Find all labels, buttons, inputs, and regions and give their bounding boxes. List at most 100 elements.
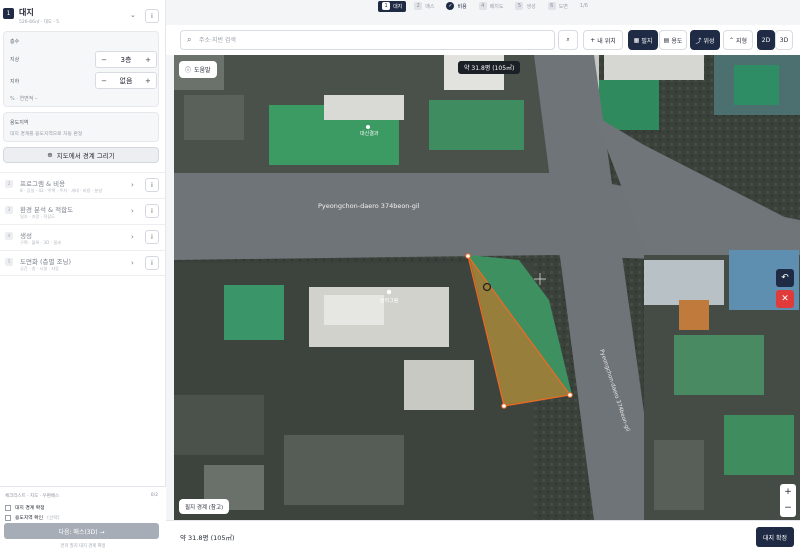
undo-icon: ↶ [781, 273, 789, 283]
info-icon: i [151, 259, 153, 267]
crosshair-icon: + [590, 36, 596, 44]
chevron-right-icon: › [131, 233, 134, 241]
section-title: 도면화 (층별 조닝) [20, 258, 72, 266]
zoom-control: + − [780, 484, 796, 517]
mode-3d-button[interactable]: 3D [775, 30, 793, 50]
use-label: 용도 [671, 37, 683, 45]
close-icon: ✕ [781, 294, 789, 304]
address-search: ⌕ [180, 30, 555, 50]
step-layout[interactable]: 4 배치도 [475, 1, 508, 12]
draw-boundary-button[interactable]: ⊕ 지도에서 경계 그리기 [3, 147, 159, 163]
mode-2d-button[interactable]: 2D [757, 30, 775, 50]
search-icon: ⌕ [187, 35, 192, 44]
section-title: 프로그램 & 비용 [20, 180, 66, 188]
zoom-out-button[interactable]: − [780, 500, 796, 516]
step-label: 매스 [425, 3, 435, 10]
undo-button[interactable]: ↶ [776, 269, 794, 287]
search-input[interactable] [199, 34, 539, 47]
help-button[interactable]: ⓘ 도움말 [179, 61, 217, 78]
site-info-button[interactable]: i [145, 9, 159, 23]
parcel-layer-button[interactable]: ▦ 필지 [628, 30, 658, 50]
use-layer-button[interactable]: ▤ 용도 [659, 30, 687, 50]
chevron-down-icon[interactable]: ⌄ [130, 11, 136, 19]
section-generate[interactable]: 4 생성 구획 · 블록 · 3D · 결과 › i [0, 224, 166, 250]
terrain-button[interactable]: ⌃ 지형 [723, 30, 753, 50]
section-subtitle: 8 · 공실 · 42 · 주택 · 주차 · 세대 · 비용 · 분양 [20, 188, 103, 193]
below-ground-stepper: − 없음 + [95, 72, 157, 89]
zoning-panel: 용도지역 대지 경계를 용도지역으로 자동 판정 [3, 112, 159, 142]
step-generate[interactable]: 5 생성 [511, 1, 539, 12]
zoning-description: 대지 경계를 용도지역으로 자동 판정 [10, 132, 83, 137]
section-title: 생성 [20, 232, 32, 240]
checkbox[interactable] [5, 514, 11, 521]
checklist-item-zoning[interactable]: 용도지역 확인 (선택) [5, 514, 60, 521]
chevron-right-icon: › [131, 181, 134, 189]
section-subtitle: 공간 · 층 · 시설 · 자동 [20, 266, 59, 271]
section-info-button[interactable]: i [145, 230, 159, 244]
search-icon: ⌕ [566, 36, 570, 43]
search-button[interactable]: ⌕ [558, 30, 578, 50]
satellite-icon: ⤴ [695, 37, 702, 45]
checklist-count: 0/2 [150, 493, 158, 498]
workflow-stepper: 1 대지 2 매스 ✓ 비용 4 배치도 5 생성 6 도면 1/6 [166, 0, 800, 12]
road-label: Pyeongchon-daero 374beon-gil [318, 202, 420, 210]
sidebar: 1 대지 526-66㎡ · 대도 · 5 ⌄ i 층수 지상 − 3층 + 지… [0, 0, 166, 554]
info-icon: i [151, 181, 153, 189]
step-site[interactable]: 1 대지 [378, 0, 407, 12]
draw-boundary-label: 지도에서 경계 그리기 [56, 152, 115, 160]
step-drawings[interactable]: 6 도면 [544, 1, 572, 12]
section-number: 2 [5, 180, 13, 188]
below-ground-label: 지하 [10, 79, 20, 85]
zoom-in-button[interactable]: + [780, 484, 796, 500]
decrement-below-button[interactable]: − [96, 77, 112, 85]
site-card-header[interactable]: 1 대지 526-66㎡ · 대도 · 5 ⌄ i [3, 5, 159, 31]
site-step-number: 1 [3, 8, 14, 19]
my-location-button[interactable]: + 내 위치 [583, 30, 623, 50]
info-icon: i [151, 233, 153, 241]
area-readout: 약 31.8평 (105㎡) [180, 534, 235, 542]
section-info-button[interactable]: i [145, 204, 159, 218]
section-title: 환경 분석 & 적합도 [20, 206, 74, 214]
section-info-button[interactable]: i [145, 256, 159, 270]
step-label: 대지 [393, 3, 403, 10]
checkbox[interactable] [5, 504, 11, 511]
mountain-icon: ⌃ [728, 36, 734, 44]
step-mass[interactable]: 2 매스 [410, 1, 438, 12]
section-drawings[interactable]: 5 도면화 (층별 조닝) 공간 · 층 · 시설 · 자동 › i [0, 250, 166, 276]
section-environment[interactable]: 3 환경 분석 & 적합도 일조 · 조망 · 적합도 › i [0, 198, 166, 224]
confirm-site-button[interactable]: 대지 확정 [756, 527, 794, 547]
info-icon: i [151, 12, 153, 20]
step-number: 2 [414, 2, 423, 10]
target-icon: ⊕ [47, 151, 53, 159]
next-mass-button[interactable]: 다음: 매스(3D) → [4, 523, 159, 539]
checklist-item-label: 용도지역 확인 [15, 516, 44, 521]
satellite-map[interactable]: Pyeongchon-daero 374beon-gil Pyeongchon-… [174, 55, 800, 520]
checklist-title: 체크리스트 · 지도 · 우편배스 [5, 494, 60, 499]
parcel-label: 필지 [641, 37, 653, 45]
step-number: ✓ [446, 2, 455, 10]
satellite-button[interactable]: ⤴ 위성 [690, 30, 720, 50]
increment-below-button[interactable]: + [140, 77, 156, 85]
step-cost[interactable]: ✓ 비용 [442, 1, 470, 12]
help-label: 도움말 [194, 67, 211, 74]
clear-button[interactable]: ✕ [776, 290, 794, 308]
decrement-above-button[interactable]: − [96, 56, 112, 64]
map-imagery: Pyeongchon-daero 374beon-gil Pyeongchon-… [174, 55, 800, 520]
above-ground-value: 3층 [120, 55, 132, 64]
bottom-bar: 약 31.8평 (105㎡) 대지 확정 [166, 520, 800, 554]
step-label: 도면 [558, 3, 568, 10]
checklist-item-boundary[interactable]: 대지 경계 확정 [5, 504, 45, 511]
section-program-cost[interactable]: 2 프로그램 & 비용 8 · 공실 · 42 · 주택 · 주차 · 세대 ·… [0, 172, 166, 198]
step-number: 5 [515, 2, 524, 10]
step-number: 4 [478, 2, 487, 10]
floor-area-summary: % · 연면적 – [10, 96, 38, 102]
above-ground-stepper: − 3층 + [95, 51, 157, 68]
area-indicator: 약 31.8평 (105㎡) [458, 61, 521, 74]
satellite-label: 위성 [703, 37, 715, 45]
step-number: 1 [382, 2, 391, 10]
parcel-boundary-toggle[interactable]: 필지 경계 (참고) [179, 499, 230, 514]
floors-section-label: 층수 [10, 39, 20, 45]
increment-above-button[interactable]: + [140, 56, 156, 64]
section-info-button[interactable]: i [145, 178, 159, 192]
site-card-title: 대지 [19, 8, 34, 17]
